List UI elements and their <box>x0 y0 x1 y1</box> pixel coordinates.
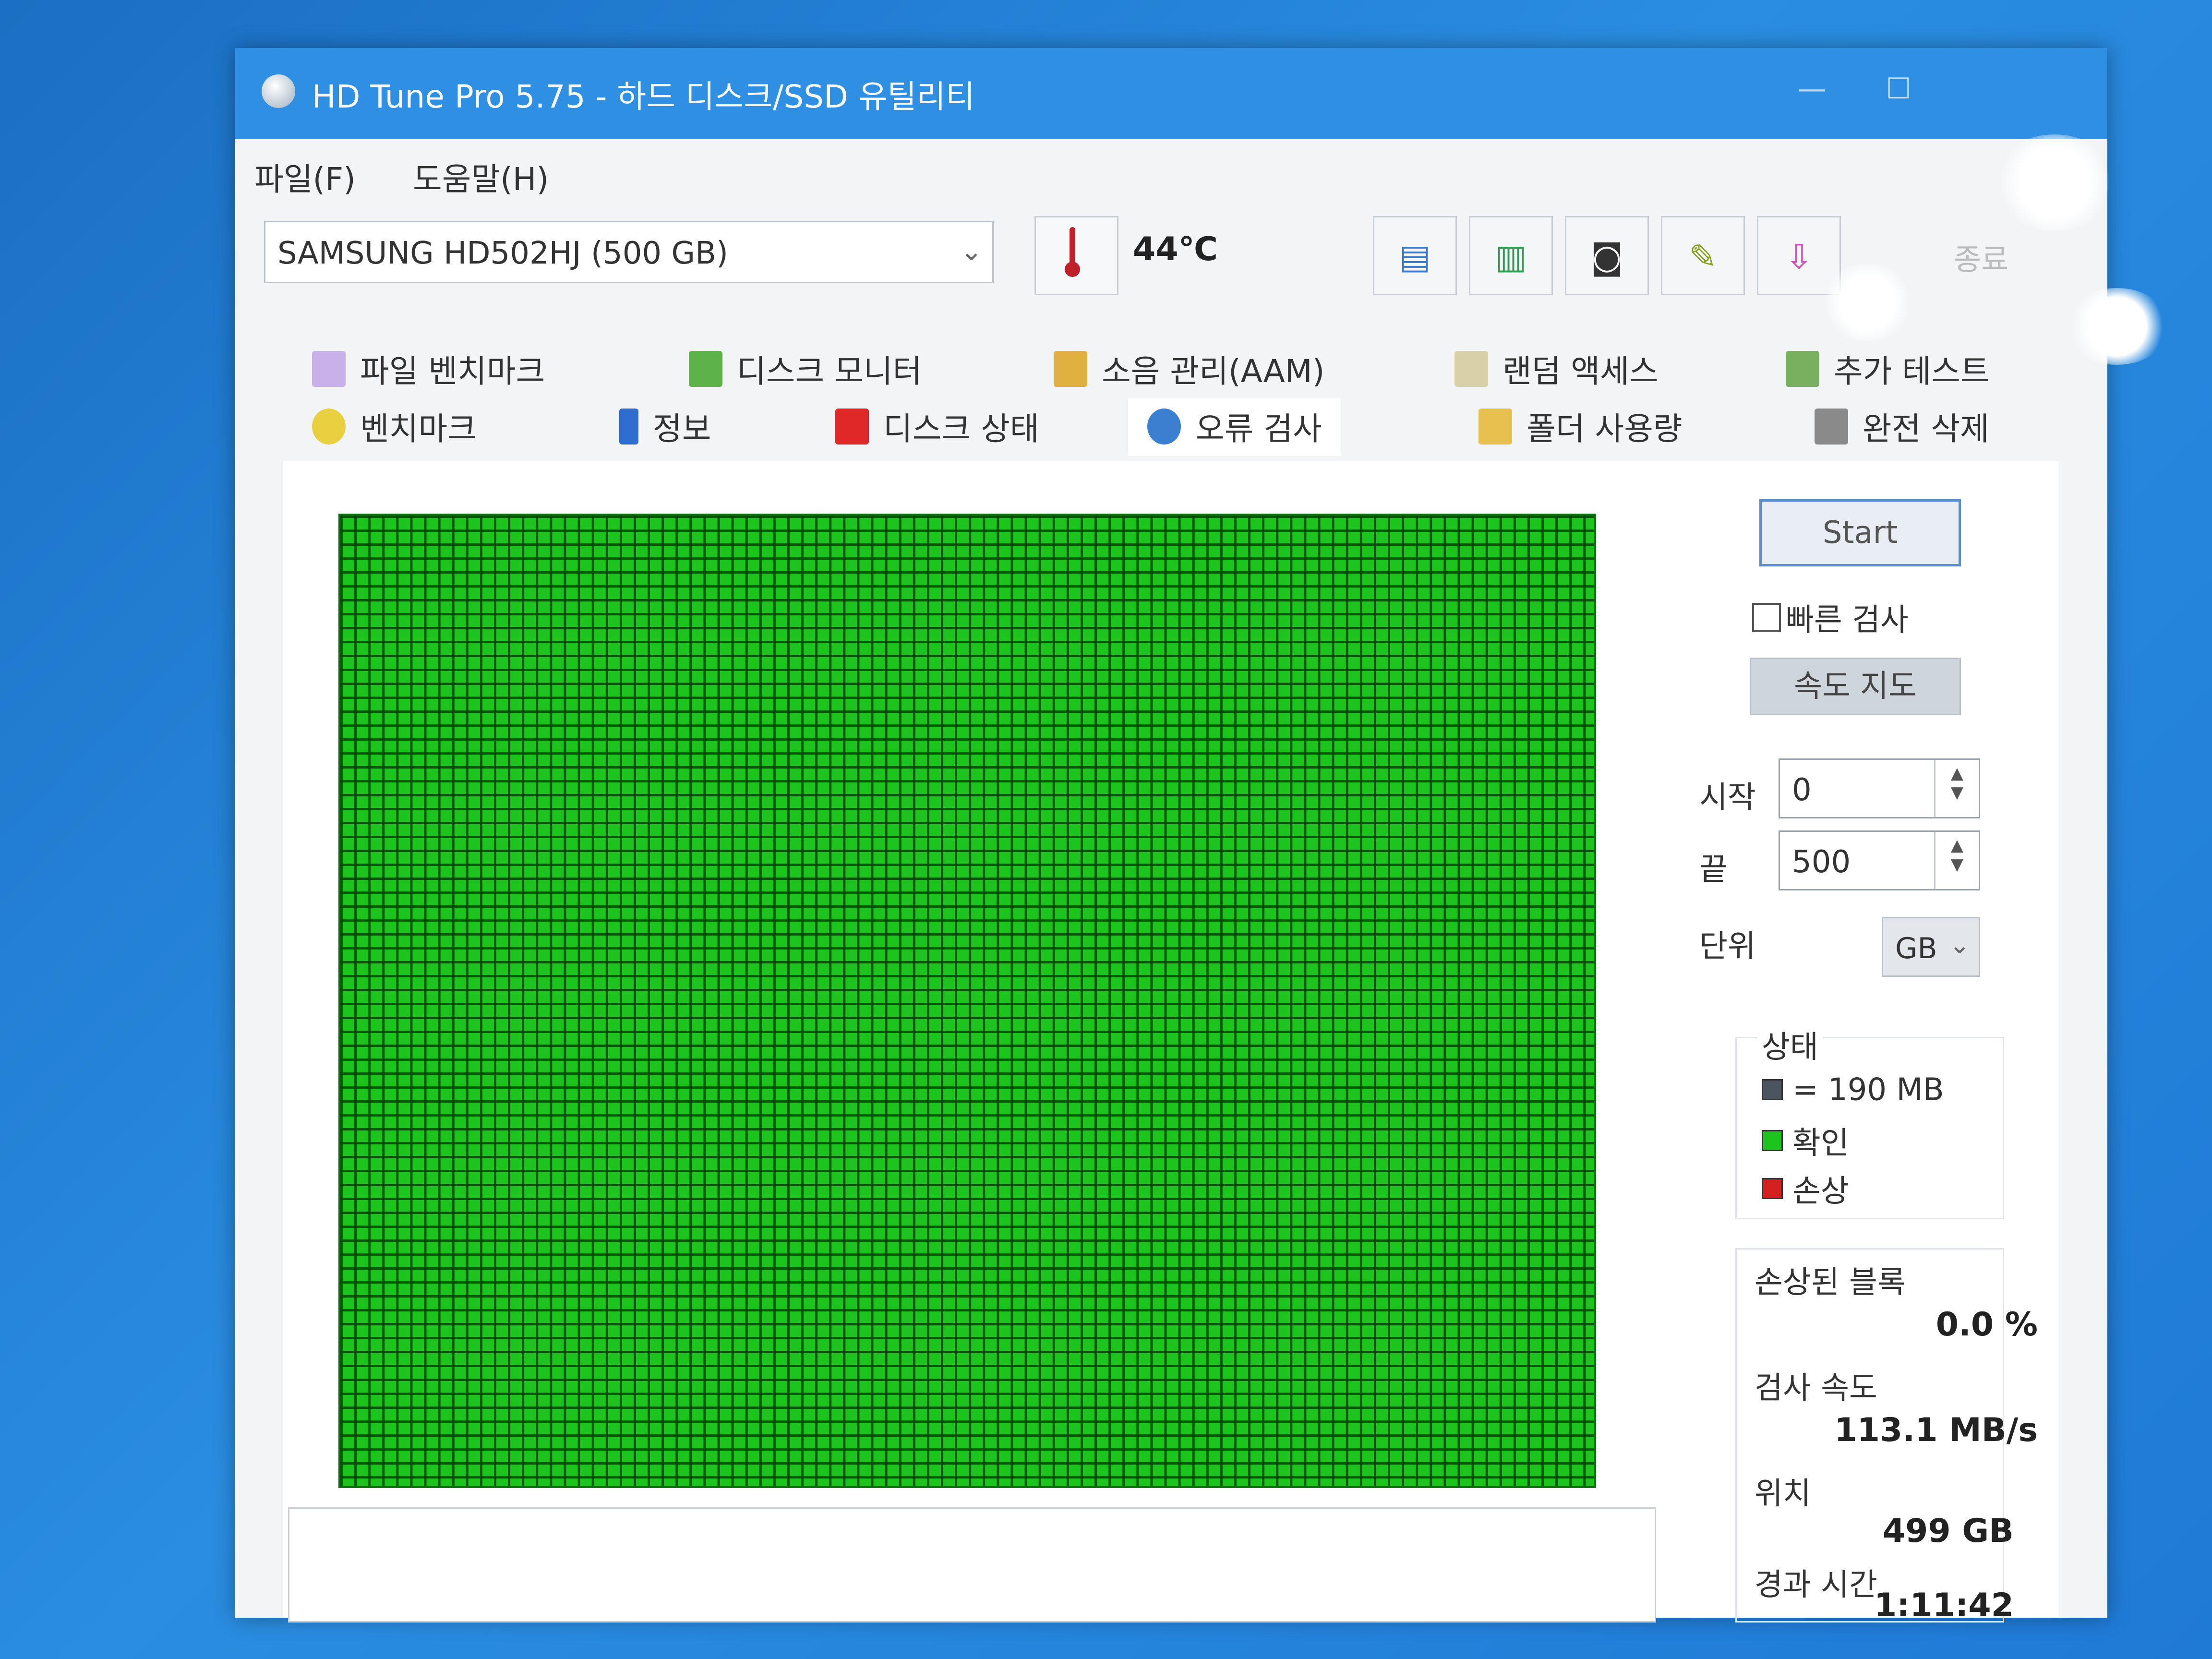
start-spinner[interactable]: 0 ▲ ▼ <box>1779 758 1980 818</box>
tab-disk-health[interactable]: 디스크 상태 <box>835 403 1039 456</box>
quick-scan-label: 빠른 검사 <box>1786 602 1909 638</box>
menu-bar: 파일(F) 도움말(H) <box>235 139 2107 200</box>
end-value: 500 <box>1792 844 1851 880</box>
tab-folder-usage[interactable]: 폴더 사용량 <box>1479 403 1683 456</box>
chevron-down-icon: ⌄ <box>960 236 983 267</box>
menu-file[interactable]: 파일(F) <box>254 154 356 200</box>
unit-value: GB <box>1895 932 1937 965</box>
random-access-icon <box>1455 350 1488 387</box>
screen-glare <box>1819 264 1915 341</box>
tab-erase[interactable]: 완전 삭제 <box>1815 403 1989 456</box>
drive-select-value: SAMSUNG HD502HJ (500 GB) <box>277 236 728 271</box>
disk-monitor-icon <box>689 350 722 387</box>
exit-button[interactable]: 종료 <box>1954 235 2008 278</box>
copy-info-all-icon[interactable]: ▥ <box>1469 216 1553 295</box>
spinner-arrows-icon[interactable]: ▲ ▼ <box>1934 760 1979 817</box>
elapsed-label: 경과 시간 <box>1755 1567 1877 1603</box>
lightbulb-icon <box>312 408 346 445</box>
menu-help[interactable]: 도움말(H) <box>413 154 549 200</box>
damaged-blocks-label: 손상된 블록 <box>1755 1265 1906 1300</box>
tab-error-scan[interactable]: 오류 검사 <box>1128 398 1341 456</box>
speed-map-button[interactable]: 속도 지도 <box>1750 658 1961 715</box>
tab-info[interactable]: 정보 <box>619 403 711 456</box>
copy-info-icon[interactable]: ▤ <box>1373 216 1457 295</box>
tab-random-access[interactable]: 랜덤 액세스 <box>1455 346 1659 398</box>
tab-benchmark[interactable]: 벤치마크 <box>312 403 477 456</box>
legend-ok: 확인 <box>1762 1118 1849 1163</box>
screen-glare <box>1992 134 2117 230</box>
position-value: 499 GB <box>1882 1512 2014 1550</box>
tab-disk-monitor[interactable]: 디스크 모니터 <box>689 346 922 398</box>
maximize-icon[interactable]: ☐ <box>1877 67 1920 110</box>
magnifier-icon <box>1147 408 1181 445</box>
window-title: HD Tune Pro 5.75 - 하드 디스크/SSD 유틸리티 <box>312 78 975 115</box>
status-title: 상태 <box>1757 1022 1823 1067</box>
trash-icon <box>1815 408 1848 445</box>
spinner-arrows-icon[interactable]: ▲ ▼ <box>1934 832 1979 889</box>
end-spinner[interactable]: 500 ▲ ▼ <box>1779 830 1980 890</box>
app-icon <box>262 74 295 108</box>
minimize-icon[interactable]: — <box>1791 67 1834 110</box>
start-label: 시작 <box>1699 780 1756 816</box>
drive-select[interactable]: SAMSUNG HD502HJ (500 GB) ⌄ <box>264 221 994 283</box>
damaged-blocks-value: 0.0 % <box>1936 1306 2038 1344</box>
legend-swatch <box>1762 1130 1783 1151</box>
legend-block-size: = 190 MB <box>1762 1070 1944 1107</box>
legend-swatch <box>1762 1079 1783 1101</box>
temperature-value: 44℃ <box>1133 230 1218 268</box>
extra-tests-icon <box>1786 350 1819 387</box>
legend-damaged: 손상 <box>1762 1166 1849 1211</box>
options-icon[interactable]: ✎ <box>1661 216 1745 295</box>
red-cross-icon <box>835 408 869 445</box>
checkbox-box[interactable] <box>1752 603 1781 632</box>
tab-aam[interactable]: 소음 관리(AAM) <box>1054 346 1324 398</box>
unit-select[interactable]: GB ⌄ <box>1882 917 1980 977</box>
file-benchmark-icon <box>312 350 346 387</box>
tab-file-benchmark[interactable]: 파일 벤치마크 <box>312 346 545 398</box>
info-icon <box>619 408 638 445</box>
temperature-box <box>1034 216 1118 295</box>
log-area <box>288 1507 1656 1623</box>
camera-icon[interactable]: ◙ <box>1565 216 1649 295</box>
start-value: 0 <box>1792 772 1812 808</box>
unit-label: 단위 <box>1699 929 1756 964</box>
start-button[interactable]: Start <box>1759 499 1961 566</box>
legend-swatch <box>1762 1178 1783 1199</box>
title-bar[interactable]: HD Tune Pro 5.75 - 하드 디스크/SSD 유틸리티 — ☐ <box>235 48 2107 139</box>
scan-speed-label: 검사 속도 <box>1755 1370 1877 1406</box>
block-map <box>338 514 1596 1488</box>
thermometer-icon <box>1065 227 1080 280</box>
folder-icon <box>1479 408 1512 445</box>
tab-extra-tests[interactable]: 추가 테스트 <box>1786 346 1990 398</box>
position-label: 위치 <box>1755 1476 1811 1512</box>
screen-glare <box>2064 288 2170 365</box>
speaker-icon <box>1054 350 1087 387</box>
elapsed-value: 1:11:42 <box>1874 1587 2014 1624</box>
end-label: 끝 <box>1699 852 1728 888</box>
quick-scan-checkbox[interactable]: 빠른 검사 <box>1752 595 1909 639</box>
chevron-down-icon: ⌄ <box>1949 931 1970 960</box>
tab-strip: 파일 벤치마크 디스크 모니터 소음 관리(AAM) 랜덤 액세스 추가 테스트… <box>235 336 2107 470</box>
scan-speed-value: 113.1 MB/s <box>1834 1411 2038 1449</box>
